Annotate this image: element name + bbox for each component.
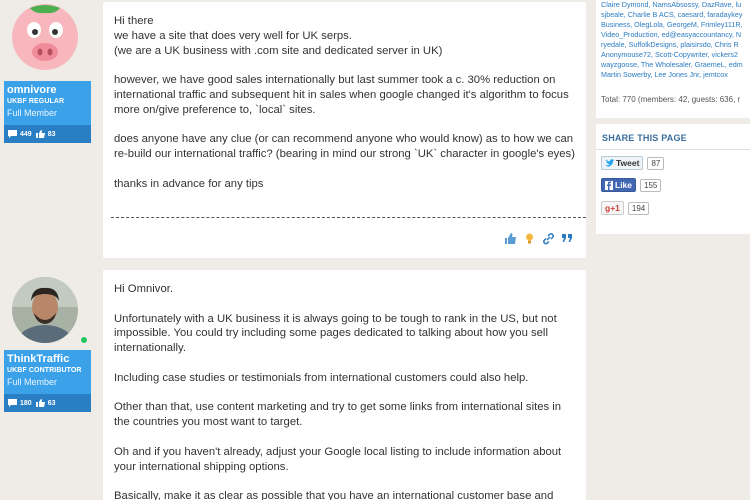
messages-icon (8, 130, 17, 138)
bulb-icon[interactable] (523, 232, 536, 245)
messages-stat[interactable]: 449 (8, 130, 32, 138)
message-paragraph: Including case studies or testimonials f… (114, 371, 529, 384)
messages-icon (8, 399, 17, 407)
message-text: Hi there we have a site that does very w… (103, 2, 586, 192)
facebook-icon (605, 180, 613, 190)
user-group: Full Member (7, 108, 58, 118)
tweet-label: Tweet (616, 158, 640, 168)
online-status-dot (80, 336, 88, 344)
message-actions (504, 232, 574, 245)
message-text: Hi Omnivor. Unfortunately with a UK busi… (103, 270, 586, 500)
message-body: Hi Omnivor. Unfortunately with a UK busi… (103, 270, 586, 500)
post-omnivore: omnivore UKBF REGULAR Full Member 449 83… (0, 0, 586, 258)
avatar[interactable] (12, 277, 78, 343)
online-members-line[interactable]: Anonymouse72, Scott-Copywriter, vickers2 (601, 50, 750, 60)
online-members-line[interactable]: Business, OlegLola, GeorgeM, Frimley111R… (601, 20, 750, 30)
likes-count: 63 (47, 399, 56, 407)
message-paragraph: does anyone have any clue (or can recomm… (114, 133, 575, 161)
message-body: Hi there we have a site that does very w… (103, 2, 586, 258)
messages-count: 180 (20, 399, 32, 407)
share-row-gplus: g+1 194 (601, 201, 650, 215)
share-row-twitter: Tweet 87 (601, 156, 665, 170)
thumbs-up-icon[interactable] (504, 232, 517, 245)
tweet-button[interactable]: Tweet (601, 156, 644, 170)
pig-avatar-icon (12, 4, 78, 70)
likes-stat[interactable]: 83 (35, 130, 56, 138)
like-label: Like (615, 180, 633, 190)
user-title: UKBF CONTRIBUTOR (7, 367, 82, 374)
messages-count: 449 (20, 130, 32, 138)
user-card: omnivore UKBF REGULAR Full Member (4, 81, 91, 125)
share-row-facebook: Like 155 (601, 178, 662, 192)
online-members-block: Claire Dymond, NamsAbsossy, DazRave, lu … (596, 0, 750, 118)
username[interactable]: omnivore (7, 84, 88, 97)
message-paragraph: however, we have good sales internationa… (114, 74, 569, 116)
user-group: Full Member (7, 377, 58, 387)
user-card: ThinkTraffic UKBF CONTRIBUTOR Full Membe… (4, 350, 91, 394)
online-members-line[interactable]: ryedale, SuffolkDesigns, plaisirsdo, Chr… (601, 40, 750, 50)
gplus-count: 194 (627, 201, 650, 215)
quote-icon[interactable] (561, 232, 574, 245)
messages-stat[interactable]: 180 (8, 399, 32, 407)
online-members-line[interactable]: wayzgoose, The Wholesaler, GraemeL, edm (601, 60, 750, 70)
user-stats: 449 83 (4, 125, 91, 143)
user-stats: 180 63 (4, 394, 91, 412)
message-paragraph: thanks in advance for any tips (114, 177, 264, 190)
online-members-line[interactable]: sjbeale, Charlie B ACS, caesard, faraday… (601, 10, 750, 20)
online-members-line[interactable]: Martin Sowerby, Lee Jones Jnr, jemtcox (601, 70, 750, 80)
link-icon[interactable] (542, 232, 555, 245)
username[interactable]: ThinkTraffic (7, 353, 88, 366)
message-paragraph: Unfortunately with a UK business it is a… (114, 312, 557, 355)
message-paragraph: Other than that, use content marketing a… (114, 401, 562, 429)
facebook-like-button[interactable]: Like (601, 178, 637, 192)
online-total: Total: 770 (members: 42, guests: 636, r (601, 95, 741, 104)
tweet-count: 87 (647, 156, 665, 170)
gplus-button[interactable]: g+1 (601, 201, 624, 215)
avatar[interactable] (12, 4, 78, 70)
user-panel: ThinkTraffic UKBF CONTRIBUTOR Full Membe… (4, 270, 91, 412)
share-divider (596, 149, 750, 150)
message-paragraph: Basically, make it as clear as possible … (114, 490, 554, 500)
share-box: SHARE THIS PAGE Tweet 87 Like 155 g+1 19… (596, 124, 750, 234)
likes-icon (35, 399, 45, 407)
message-paragraph: Oh and if you haven't already, adjust yo… (114, 445, 562, 473)
likes-icon (35, 130, 45, 138)
message-paragraph: Hi there we have a site that does very w… (114, 15, 443, 57)
online-members-line[interactable]: Claire Dymond, NamsAbsossy, DazRave, lu (601, 0, 750, 10)
likes-stat[interactable]: 63 (35, 399, 56, 407)
user-photo-avatar-icon (12, 277, 78, 343)
online-members-line[interactable]: Video_Production, ed@easyaccountancy, N (601, 30, 750, 40)
online-members-list: Claire Dymond, NamsAbsossy, DazRave, lu … (601, 0, 750, 88)
twitter-icon (605, 159, 614, 167)
sidebar: Claire Dymond, NamsAbsossy, DazRave, lu … (596, 0, 750, 500)
user-title: UKBF REGULAR (7, 98, 65, 105)
likes-count: 83 (47, 130, 56, 138)
share-title: SHARE THIS PAGE (602, 133, 687, 143)
post-thinktraffic: ThinkTraffic UKBF CONTRIBUTOR Full Membe… (0, 270, 586, 500)
message-divider (111, 217, 586, 218)
like-count: 155 (640, 178, 662, 192)
message-paragraph: Hi Omnivor. (114, 283, 174, 295)
user-panel: omnivore UKBF REGULAR Full Member 449 83 (4, 0, 91, 143)
